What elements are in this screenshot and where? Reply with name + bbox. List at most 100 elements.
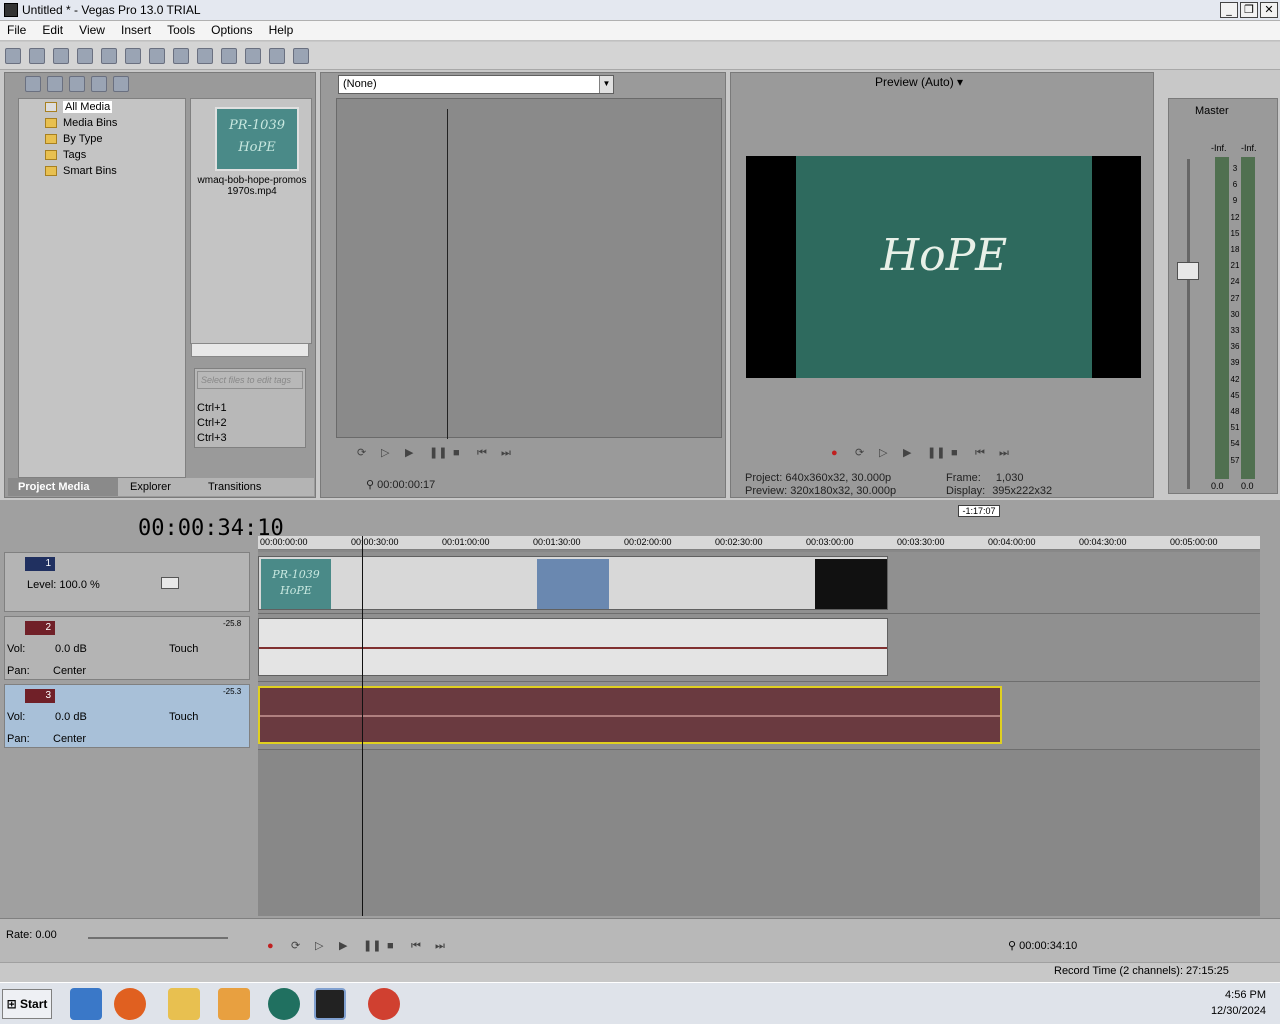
go-to-end-icon[interactable]: ⏭: [435, 940, 449, 952]
stop-icon[interactable]: ■: [453, 447, 467, 459]
menu-file[interactable]: File: [0, 21, 32, 37]
chrome-icon[interactable]: [368, 988, 400, 1020]
paste-icon[interactable]: [197, 48, 213, 64]
preview-quality-dropdown[interactable]: Preview (Auto) ▾: [875, 75, 963, 89]
media-thumbnail[interactable]: PR-1039 HoPE: [215, 107, 299, 171]
meter-scale-label: 18: [1230, 245, 1240, 255]
pause-icon[interactable]: ❚❚: [429, 446, 447, 459]
video-clip[interactable]: PR-1039 HoPE: [258, 556, 888, 610]
audio-clip-selected[interactable]: [258, 686, 1002, 744]
play-icon[interactable]: ▶: [339, 939, 353, 952]
tab-project-media[interactable]: Project Media: [8, 478, 118, 496]
loop-icon[interactable]: ⟳: [357, 446, 371, 459]
ie-icon[interactable]: [70, 988, 102, 1020]
next-frame-icon[interactable]: ⏭: [501, 447, 515, 459]
app-icon[interactable]: [268, 988, 300, 1020]
tree-item-all-media[interactable]: All Media: [19, 99, 185, 115]
menu-help[interactable]: Help: [262, 21, 300, 37]
go-to-start-icon[interactable]: ⏮: [411, 940, 425, 952]
import-icon[interactable]: [25, 76, 41, 92]
start-button[interactable]: ⊞ Start: [2, 989, 52, 1019]
system-clock[interactable]: 4:56 PM 12/30/2024: [1211, 987, 1266, 1019]
meter-scale-label: 33: [1230, 326, 1240, 336]
menu-options[interactable]: Options: [204, 21, 258, 37]
firefox-icon[interactable]: [114, 988, 146, 1020]
refresh-icon[interactable]: [91, 76, 107, 92]
trimmer-view[interactable]: [336, 98, 722, 439]
rate-slider[interactable]: [88, 937, 228, 939]
save-as-icon[interactable]: [77, 48, 93, 64]
tab-explorer[interactable]: Explorer: [120, 478, 181, 496]
vol-label: Vol:: [7, 711, 26, 723]
capture-icon[interactable]: [47, 76, 63, 92]
play-from-start-icon[interactable]: ▷: [315, 939, 329, 952]
audio-clip[interactable]: [258, 618, 888, 676]
play-icon[interactable]: ▶: [903, 446, 917, 459]
render-icon[interactable]: [101, 48, 117, 64]
undo-icon[interactable]: [221, 48, 237, 64]
menu-edit[interactable]: Edit: [35, 21, 69, 37]
audio-waveform: [259, 647, 887, 649]
properties-icon[interactable]: [125, 48, 141, 64]
loop-icon[interactable]: ⟳: [855, 446, 869, 459]
ruler-tick-label: 00:00:00:00: [260, 537, 308, 547]
play-from-start-icon[interactable]: ▷: [381, 446, 395, 459]
save-icon[interactable]: [53, 48, 69, 64]
edit-tool-icon[interactable]: [269, 48, 285, 64]
folder-icon: [45, 134, 57, 144]
tab-transitions[interactable]: Transitions: [198, 478, 271, 496]
marker-time-label: -1:17:07: [958, 505, 1000, 517]
track-header-2[interactable]: 2 Vol: 0.0 dB Pan: Center Touch -25.8: [4, 616, 250, 680]
tree-item-media-bins[interactable]: Media Bins: [19, 115, 185, 131]
media-scrollbar[interactable]: [191, 343, 309, 357]
menu-view[interactable]: View: [72, 21, 111, 37]
get-media-icon[interactable]: [69, 76, 85, 92]
track-header-1[interactable]: 1 Level: 100.0 %: [4, 552, 250, 612]
trimmer-media-select[interactable]: (None) ▼: [338, 75, 614, 94]
stop-icon[interactable]: ■: [387, 940, 401, 952]
record-icon[interactable]: ●: [831, 447, 845, 459]
menu-tools[interactable]: Tools: [160, 21, 201, 37]
pause-icon[interactable]: ❚❚: [363, 939, 381, 952]
automation-mode[interactable]: Touch: [169, 643, 198, 655]
menu-bar: File Edit View Insert Tools Options Help: [0, 21, 1280, 41]
level-slider[interactable]: [161, 577, 179, 589]
automation-mode[interactable]: Touch: [169, 711, 198, 723]
search-icon[interactable]: [113, 76, 129, 92]
play-from-start-icon[interactable]: ▷: [879, 446, 893, 459]
play-icon[interactable]: ▶: [405, 446, 419, 459]
menu-insert[interactable]: Insert: [114, 21, 157, 37]
tree-item-by-type[interactable]: By Type: [19, 131, 185, 147]
vol-label: Vol:: [7, 643, 26, 655]
new-icon[interactable]: [5, 48, 21, 64]
tree-item-tags[interactable]: Tags: [19, 147, 185, 163]
prev-frame-icon[interactable]: ⏮: [477, 447, 491, 459]
track-row-2: [258, 614, 1260, 682]
explorer-toolbar: [22, 74, 312, 94]
cut-icon[interactable]: [149, 48, 165, 64]
go-to-end-icon[interactable]: ⏭: [999, 447, 1013, 459]
minimize-button[interactable]: _: [1220, 2, 1238, 18]
timeline-cursor[interactable]: [362, 536, 363, 916]
close-button[interactable]: ✕: [1260, 2, 1278, 18]
copy-icon[interactable]: [173, 48, 189, 64]
loop-icon[interactable]: ⟳: [291, 939, 305, 952]
preview-info-project: Project: 640x360x32, 30.000p: [745, 472, 892, 484]
master-fader-handle[interactable]: [1177, 262, 1199, 280]
go-to-start-icon[interactable]: ⏮: [975, 447, 989, 459]
help-icon[interactable]: [293, 48, 309, 64]
record-icon[interactable]: ●: [267, 940, 281, 952]
track-header-3[interactable]: 3 Vol: 0.0 dB Pan: Center Touch -25.3: [4, 684, 250, 748]
media-player-icon[interactable]: [218, 988, 250, 1020]
restore-button[interactable]: ❐: [1240, 2, 1258, 18]
tag-input[interactable]: Select files to edit tags: [197, 371, 303, 389]
explorer-icon[interactable]: [168, 988, 200, 1020]
stop-icon[interactable]: ■: [951, 447, 965, 459]
open-icon[interactable]: [29, 48, 45, 64]
timeline-ruler[interactable]: 00:00:00:00 00:00:30:00 00:01:00:00 00:01:3…: [258, 536, 1260, 550]
tree-item-smart-bins[interactable]: Smart Bins: [19, 163, 185, 179]
pause-icon[interactable]: ❚❚: [927, 446, 945, 459]
main-transport: ● ⟳ ▷ ▶ ❚❚ ■ ⏮ ⏭: [262, 939, 502, 955]
redo-icon[interactable]: [245, 48, 261, 64]
vegas-icon[interactable]: [314, 988, 346, 1020]
